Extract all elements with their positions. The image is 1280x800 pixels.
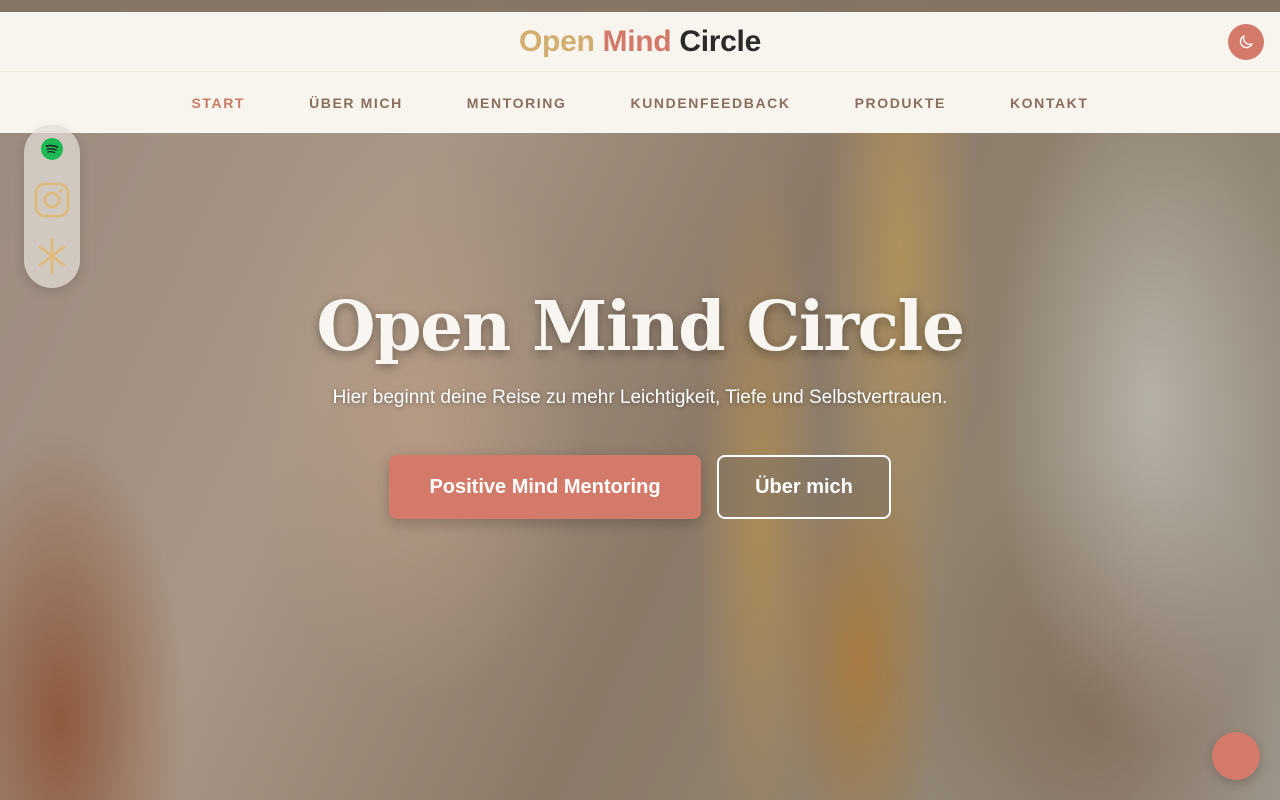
nav-item-kundenfeedback[interactable]: KUNDENFEEDBACK [631,95,791,111]
site-logo[interactable]: Open Mind Circle [519,25,761,59]
hero-section: Open Mind Circle Hier beginnt deine Reis… [0,133,1280,800]
nav-item-ueber-mich[interactable]: ÜBER MICH [309,95,403,111]
moon-icon [1239,35,1253,49]
mentoring-button[interactable]: Positive Mind Mentoring [389,455,701,519]
brand-row: Open Mind Circle [0,12,1280,72]
about-me-button[interactable]: Über mich [717,455,891,519]
main-navigation: START ÜBER MICH MENTORING KUNDENFEEDBACK… [0,72,1280,133]
nav-item-mentoring[interactable]: MENTORING [467,95,567,111]
logo-word-circle: Circle [679,24,761,58]
nav-item-kontakt[interactable]: KONTAKT [1010,95,1089,111]
hero-subtitle: Hier beginnt deine Reise zu mehr Leichti… [332,387,948,408]
page-top-strip [0,0,1280,12]
nav-item-produkte[interactable]: PRODUKTE [855,95,946,111]
logo-word-mind: Mind [602,24,672,58]
floating-action-button[interactable] [1212,732,1260,780]
site-header: Open Mind Circle START ÜBER MICH MENTORI… [0,12,1280,133]
theme-toggle-button[interactable] [1228,24,1264,60]
hero-title: Open Mind Circle [316,287,965,367]
logo-word-open: Open [519,24,595,58]
nav-item-start[interactable]: START [191,95,245,111]
